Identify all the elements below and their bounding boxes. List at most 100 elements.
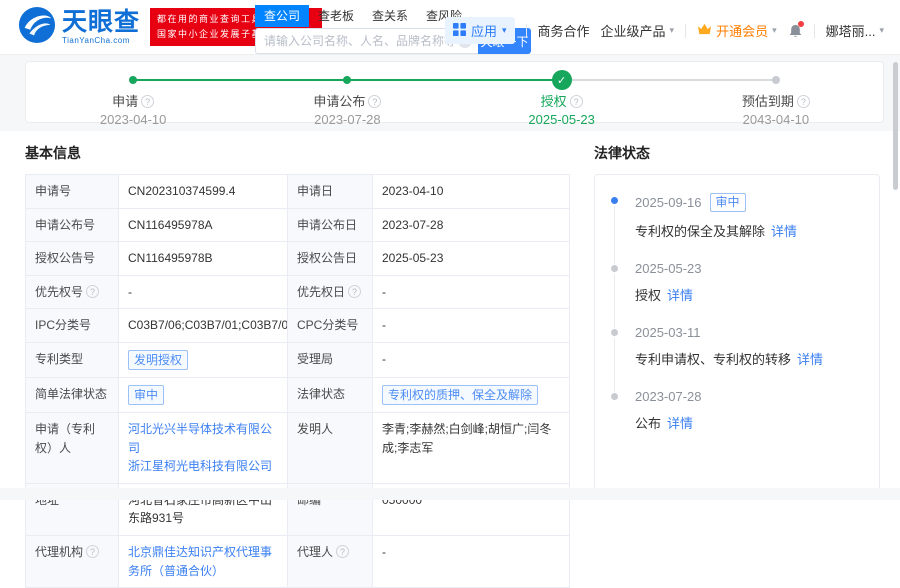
patent-timeline-card: 申请? 2023-04-10 申请公布? 2023-07-28 ✓ 授权? 20…: [25, 61, 884, 123]
vertical-scrollbar[interactable]: [893, 62, 898, 190]
help-icon[interactable]: ?: [86, 285, 99, 298]
field-label: 申请日: [297, 184, 333, 198]
patent-type-tag: 发明授权: [128, 350, 188, 370]
field-label: 专利类型: [35, 352, 83, 366]
field-label: 代理人: [297, 545, 333, 559]
legal-status-tag: 专利权的质押、保全及解除: [382, 385, 538, 405]
nav-open-vip[interactable]: 开通会员 ▾: [697, 21, 777, 40]
apps-menu[interactable]: 应用 ▾: [445, 17, 515, 44]
field-label: 申请公布日: [297, 218, 357, 232]
legal-event: 2025-03-11 专利申请权、专利权的转移详情: [611, 325, 865, 389]
field-value: -: [373, 276, 571, 309]
event-status-tag: 审中: [710, 193, 746, 212]
field-label: IPC分类号: [35, 318, 91, 332]
field-value: CN202310374599.4: [119, 175, 288, 208]
milestone-dot: [772, 76, 780, 84]
event-detail-link[interactable]: 详情: [667, 288, 693, 303]
vip-label: 开通会员: [716, 21, 768, 40]
enterprise-label: 企业级产品: [601, 21, 666, 40]
field-label: 法律状态: [297, 387, 345, 401]
event-detail-link[interactable]: 详情: [797, 352, 823, 367]
milestone-publication: 申请公布? 2023-07-28: [240, 70, 454, 127]
table-row: 优先权号? - 优先权日? -: [26, 276, 569, 310]
help-icon[interactable]: ?: [797, 95, 810, 108]
milestone-check-icon: ✓: [552, 70, 572, 90]
search-tab-company[interactable]: 查公司: [255, 5, 309, 27]
nav-business-cooperation[interactable]: 商务合作: [538, 21, 590, 40]
top-header: 天眼查 TianYanCha.com 都在用的商业查询工具 国家中小企业发展子基…: [0, 0, 900, 55]
notifications-bell-icon[interactable]: [788, 23, 803, 39]
field-value: CN116495978B: [119, 242, 288, 275]
event-detail-link[interactable]: 详情: [771, 224, 797, 239]
milestone-label: 申请: [112, 94, 138, 109]
table-row: 申请（专利权）人 河北光兴半导体技术有限公司 浙江星柯光电科技有限公司 发明人 …: [26, 413, 569, 484]
table-row: 授权公告号 CN116495978B 授权公告日 2025-05-23: [26, 242, 569, 276]
event-text: 专利申请权、专利权的转移: [635, 352, 791, 367]
table-row: 代理机构? 北京鼎佳达知识产权代理事务所（普通合伙） 代理人? -: [26, 536, 569, 587]
event-date: 2025-09-16: [635, 195, 702, 210]
user-menu[interactable]: 娜塔丽... ▾: [826, 21, 884, 40]
field-value: -: [373, 309, 571, 342]
milestone-date: 2023-04-10: [26, 112, 240, 127]
field-label: 发明人: [297, 422, 333, 436]
legal-status-title: 法律状态: [594, 143, 880, 163]
applicant-company-link[interactable]: 河北光兴半导体技术有限公司: [128, 420, 278, 457]
field-label: 授权公告日: [297, 251, 357, 265]
basic-info-title: 基本信息: [25, 143, 570, 163]
event-detail-link[interactable]: 详情: [667, 416, 693, 431]
milestone-date: 2023-07-28: [240, 112, 454, 127]
nav-divider: [814, 24, 815, 38]
event-date: 2023-07-28: [635, 389, 702, 404]
applicant-company-link[interactable]: 浙江星柯光电科技有限公司: [128, 457, 278, 476]
field-label: 申请（专利权）人: [35, 422, 95, 455]
help-icon[interactable]: ?: [570, 95, 583, 108]
search-tab-relation[interactable]: 查关系: [363, 5, 417, 27]
help-icon[interactable]: ?: [348, 285, 361, 298]
field-label: CPC分类号: [297, 318, 358, 332]
field-label: 申请公布号: [35, 218, 95, 232]
event-date: 2025-03-11: [635, 325, 701, 340]
legal-event: 2023-07-28 公布详情: [611, 389, 865, 453]
simple-legal-status-tag: 审中: [128, 385, 164, 405]
crown-icon: [697, 23, 712, 38]
field-value: 李青;李赫然;白剑峰;胡恒广;闫冬成;李志军: [373, 413, 571, 483]
search-tab-boss[interactable]: 查老板: [309, 5, 363, 27]
help-icon[interactable]: ?: [86, 545, 99, 558]
table-row: 申请号 CN202310374599.4 申请日 2023-04-10: [26, 175, 569, 209]
chevron-down-icon: ▾: [670, 25, 675, 36]
nav-divider: [526, 24, 527, 38]
agency-link[interactable]: 北京鼎佳达知识产权代理事务所（普通合伙）: [128, 545, 272, 578]
milestone-dot: [343, 76, 351, 84]
apps-label: 应用: [471, 21, 497, 40]
footer-strip: [0, 488, 900, 500]
header-nav: 应用 ▾ 商务合作 企业级产品 ▾ 开通会员 ▾: [445, 17, 884, 44]
field-label: 授权公告号: [35, 251, 95, 265]
field-value: 2023-04-10: [373, 175, 571, 208]
field-label: 优先权日: [297, 285, 345, 299]
notification-dot: [798, 21, 804, 27]
help-icon[interactable]: ?: [336, 545, 349, 558]
chevron-down-icon: ▾: [879, 25, 884, 36]
field-value: -: [373, 343, 571, 377]
legal-event: 2025-09-16 审中 专利权的保全及其解除详情: [611, 193, 865, 261]
logo-name: 天眼查: [62, 10, 140, 35]
event-text: 授权: [635, 288, 661, 303]
field-value: CN116495978A: [119, 209, 288, 242]
field-value: -: [373, 536, 571, 587]
legal-event: 2025-05-23 授权详情: [611, 261, 865, 325]
event-dot: [611, 393, 618, 400]
help-icon[interactable]: ?: [141, 95, 154, 108]
basic-info-table: 申请号 CN202310374599.4 申请日 2023-04-10 申请公布…: [25, 174, 570, 588]
field-value: 2025-05-23: [373, 242, 571, 275]
table-row: IPC分类号 C03B7/06;C03B7/01;C03B7/02 CPC分类号…: [26, 309, 569, 343]
tianyancha-logo[interactable]: 天眼查 TianYanCha.com: [18, 6, 140, 49]
milestone-grant: ✓ 授权? 2025-05-23: [455, 70, 669, 127]
help-icon[interactable]: ?: [368, 95, 381, 108]
nav-enterprise-products[interactable]: 企业级产品 ▾: [601, 21, 675, 40]
event-dot: [611, 265, 618, 272]
milestone-label: 预估到期: [742, 94, 794, 109]
milestone-application: 申请? 2023-04-10: [26, 70, 240, 127]
user-name: 娜塔丽...: [826, 21, 876, 40]
field-label: 申请号: [35, 184, 71, 198]
milestone-label: 授权: [541, 94, 567, 109]
